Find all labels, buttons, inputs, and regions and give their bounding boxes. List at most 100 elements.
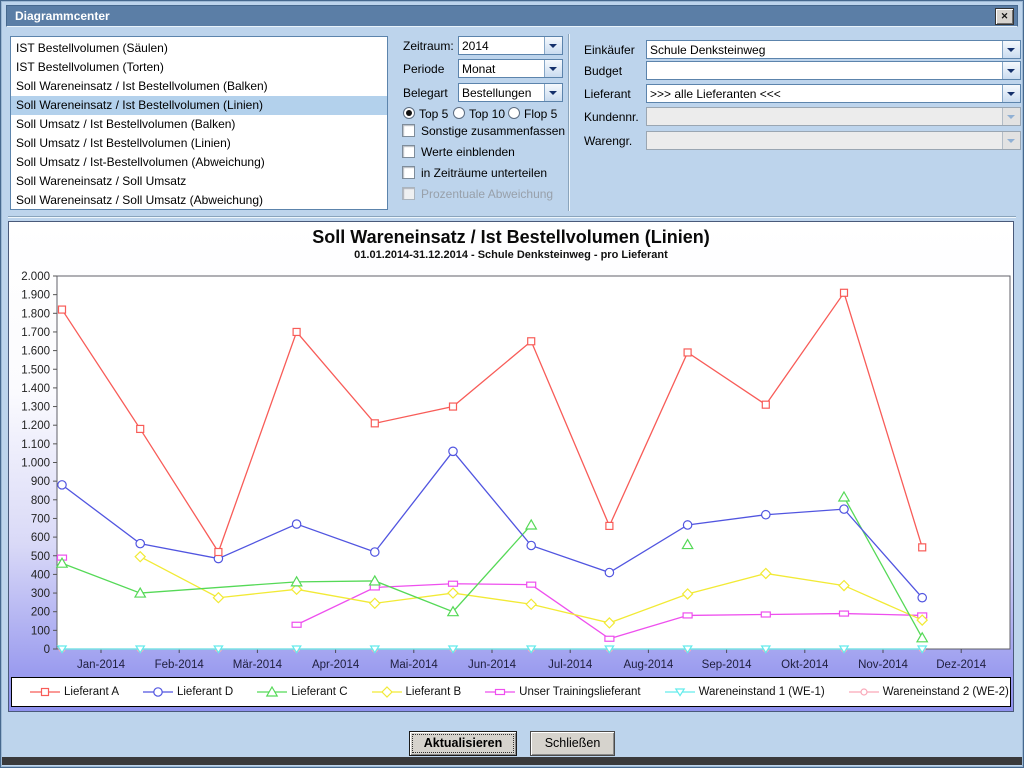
chart-title: Soll Wareneinsatz / Ist Bestellvolumen (… — [9, 227, 1013, 248]
chart-type-item[interactable]: Soll Wareneinsatz / Soll Umsatz — [11, 172, 387, 191]
belegart-combobox[interactable]: Bestellungen — [458, 83, 563, 102]
legend-item: Lieferant C — [257, 686, 347, 698]
chart-type-item[interactable]: IST Bestellvolumen (Säulen) — [11, 39, 387, 58]
selection-row: EinkäuferSchule Denksteinweg — [568, 40, 1016, 60]
svg-text:700: 700 — [31, 513, 50, 525]
prozentuale-checkbox — [402, 187, 415, 200]
svg-text:Dez-2014: Dez-2014 — [936, 659, 986, 671]
section-divider — [8, 216, 1016, 218]
legend-item: Lieferant B — [372, 686, 462, 698]
chevron-down-icon[interactable] — [544, 60, 562, 77]
svg-text:Mär-2014: Mär-2014 — [233, 659, 283, 671]
chevron-down-icon — [1002, 132, 1020, 149]
top-section: IST Bestellvolumen (Säulen)IST Bestellvo… — [8, 30, 1016, 215]
chart-subtitle: 01.01.2014-31.12.2014 - Schule Denkstein… — [9, 249, 1013, 261]
svg-text:1.500: 1.500 — [21, 364, 50, 376]
chart-type-item[interactable]: Soll Wareneinsatz / Ist Bestellvolumen (… — [11, 77, 387, 96]
svg-text:800: 800 — [31, 495, 50, 507]
periode-combobox[interactable]: Monat — [458, 59, 563, 78]
einkufer-label: Einkäufer — [584, 43, 635, 57]
zeitraeume-checkbox[interactable] — [402, 166, 415, 179]
window-title: Diagrammcenter — [15, 9, 110, 23]
chart-type-item[interactable]: IST Bestellvolumen (Torten) — [11, 58, 387, 77]
aktualisieren-button[interactable]: Aktualisieren — [409, 731, 518, 756]
svg-text:Jul-2014: Jul-2014 — [548, 659, 593, 671]
lieferant-combobox[interactable]: >>> alle Lieferanten <<< — [646, 84, 1021, 103]
chevron-down-icon — [1002, 108, 1020, 125]
svg-text:900: 900 — [31, 476, 50, 488]
button-bar: Aktualisieren Schließen — [0, 712, 1024, 757]
window-bottom-edge — [2, 757, 1022, 765]
werte-checkbox[interactable] — [402, 145, 415, 158]
svg-text:100: 100 — [31, 625, 50, 637]
svg-text:0: 0 — [44, 644, 50, 656]
legend-item: Lieferant A — [30, 686, 119, 698]
svg-text:1.400: 1.400 — [21, 383, 50, 395]
radio-top5[interactable] — [403, 107, 415, 119]
belegart-label: Belegart — [403, 86, 448, 100]
warengr-label: Warengr. — [584, 134, 632, 148]
chart-legend: Lieferant A Lieferant D Lieferant C Liefera… — [11, 677, 1011, 707]
chevron-down-icon[interactable] — [1002, 41, 1020, 58]
chevron-down-icon[interactable] — [544, 37, 562, 54]
svg-text:1.300: 1.300 — [21, 402, 50, 414]
legend-item: Lieferant D — [143, 686, 233, 698]
selection-panel: EinkäuferSchule Denksteinweg Budget Liefer… — [568, 30, 1016, 215]
svg-text:Okt-2014: Okt-2014 — [781, 659, 829, 671]
legend-item: Wareneinstand 2 (WE-2) — [849, 686, 1009, 698]
zeitraum-label: Zeitraum: — [403, 39, 454, 53]
sonstige-checkbox[interactable] — [402, 124, 415, 137]
svg-text:2.000: 2.000 — [21, 271, 50, 283]
svg-text:1.100: 1.100 — [21, 439, 50, 451]
svg-text:500: 500 — [31, 551, 50, 563]
budget-label: Budget — [584, 64, 622, 78]
kundennr-combobox — [646, 107, 1021, 126]
svg-text:Nov-2014: Nov-2014 — [858, 659, 908, 671]
chart-type-item[interactable]: Soll Wareneinsatz / Ist Bestellvolumen (… — [11, 96, 387, 115]
schliessen-button[interactable]: Schließen — [530, 731, 616, 756]
diagrammcenter-window: Diagrammcenter ✕ IST Bestellvolumen (Säu… — [0, 0, 1024, 768]
budget-combobox[interactable] — [646, 61, 1021, 80]
svg-text:Aug-2014: Aug-2014 — [623, 659, 673, 671]
svg-text:200: 200 — [31, 607, 50, 619]
selection-row: Budget — [568, 61, 1016, 81]
zeitraum-combobox[interactable]: 2014 — [458, 36, 563, 55]
selection-row: Kundennr. — [568, 107, 1016, 127]
chevron-down-icon[interactable] — [1002, 85, 1020, 102]
legend-item: Wareneinstand 1 (WE-1) — [665, 686, 825, 698]
svg-text:400: 400 — [31, 569, 50, 581]
chart-type-item[interactable]: Soll Umsatz / Ist Bestellvolumen (Balken… — [11, 115, 387, 134]
radio-flop5[interactable] — [508, 107, 520, 119]
selection-row: Lieferant>>> alle Lieferanten <<< — [568, 84, 1016, 104]
chart-type-item[interactable]: Soll Umsatz / Ist Bestellvolumen (Linien… — [11, 134, 387, 153]
svg-text:Sep-2014: Sep-2014 — [702, 659, 752, 671]
chevron-down-icon[interactable] — [544, 84, 562, 101]
svg-text:1.900: 1.900 — [21, 290, 50, 302]
warengr-combobox — [646, 131, 1021, 150]
filter-panel: Zeitraum: 2014 Periode Monat Belegart Be… — [395, 30, 568, 215]
periode-label: Periode — [403, 62, 444, 76]
svg-text:Jan-2014: Jan-2014 — [77, 659, 126, 671]
lieferant-label: Lieferant — [584, 87, 631, 101]
svg-text:600: 600 — [31, 532, 50, 544]
svg-text:1.000: 1.000 — [21, 458, 50, 470]
line-chart: 0 100 200 300 400 500 600 700 800 900 1.000 1.100 1.… — [9, 266, 1013, 672]
kundennr-label: Kundennr. — [584, 110, 639, 124]
top-flop-radios: Top 5 Top 10 Flop 5 — [395, 104, 568, 124]
svg-text:Mai-2014: Mai-2014 — [390, 659, 439, 671]
chevron-down-icon[interactable] — [1002, 62, 1020, 79]
svg-text:1.700: 1.700 — [21, 327, 50, 339]
svg-text:1.600: 1.600 — [21, 346, 50, 358]
radio-top10[interactable] — [453, 107, 465, 119]
svg-text:300: 300 — [31, 588, 50, 600]
chart-type-item[interactable]: Soll Wareneinsatz / Soll Umsatz (Abweich… — [11, 191, 387, 210]
chart-type-listbox[interactable]: IST Bestellvolumen (Säulen)IST Bestellvo… — [10, 36, 388, 210]
einkufer-combobox[interactable]: Schule Denksteinweg — [646, 40, 1021, 59]
chart-panel: Soll Wareneinsatz / Ist Bestellvolumen (… — [8, 221, 1014, 712]
svg-text:1.800: 1.800 — [21, 308, 50, 320]
close-icon[interactable]: ✕ — [995, 8, 1014, 25]
title-bar[interactable]: Diagrammcenter ✕ — [6, 5, 1018, 27]
chart-type-item[interactable]: Soll Umsatz / Ist-Bestellvolumen (Abweic… — [11, 153, 387, 172]
svg-text:Apr-2014: Apr-2014 — [312, 659, 360, 671]
svg-text:1.200: 1.200 — [21, 420, 50, 432]
